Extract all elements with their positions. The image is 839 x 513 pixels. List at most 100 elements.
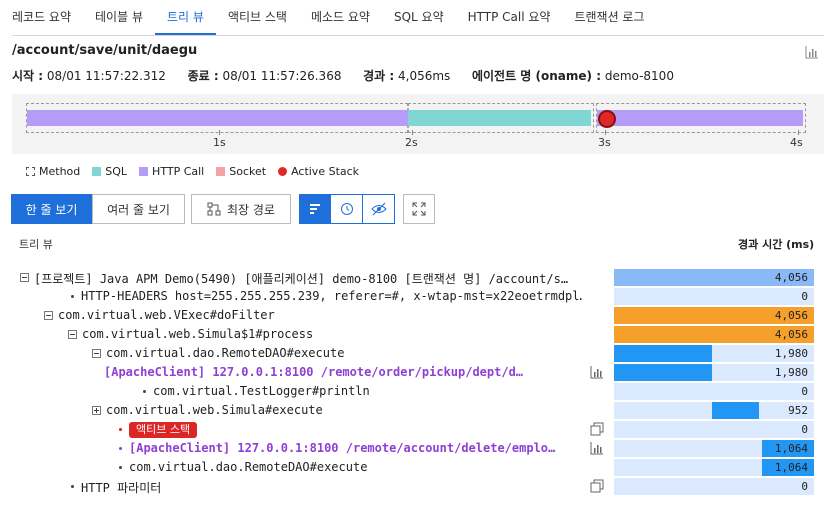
- elapsed-bar: 4,056: [614, 326, 814, 343]
- legend-label: HTTP Call: [152, 165, 205, 178]
- tree-node-label: com.virtual.web.Simula#execute: [106, 403, 323, 417]
- elapsed-value: 1,064: [774, 461, 808, 474]
- elapsed-value: 1,064: [774, 442, 808, 455]
- agent-value: demo-8100: [604, 69, 674, 83]
- tree-row[interactable]: HTTP-HEADERS host=255.255.255.239, refer…: [0, 287, 839, 306]
- tick-label: 2s: [405, 136, 418, 149]
- sort-icon[interactable]: [299, 194, 331, 224]
- tree-node-label: HTTP-HEADERS host=255.255.255.239, refer…: [81, 289, 582, 303]
- tab-table-view[interactable]: 테이블 뷰: [83, 0, 155, 35]
- elapsed-bar: 952: [614, 402, 814, 419]
- expand-icon[interactable]: [403, 194, 435, 224]
- tick-mark: [605, 130, 606, 135]
- active-stack-marker[interactable]: [598, 110, 616, 128]
- multi-line-view-button[interactable]: 여러 줄 보기: [92, 194, 185, 224]
- elapsed-value: 0: [801, 385, 808, 398]
- tab-bar: 레코드 요약 테이블 뷰 트리 뷰 액티브 스택 메소드 요약 SQL 요약 H…: [12, 0, 824, 36]
- elapsed-bar-fill: [614, 364, 712, 381]
- elapsed-value: 0: [801, 290, 808, 303]
- active-stack-badge: 액티브 스택: [129, 422, 198, 438]
- httpcall-swatch: [139, 167, 149, 176]
- tree-view-label: 트리 뷰: [19, 238, 53, 251]
- tab-active-stack[interactable]: 액티브 스택: [216, 0, 299, 35]
- bar-chart-icon[interactable]: [805, 45, 819, 59]
- legend-label: Active Stack: [291, 165, 360, 178]
- elapsed-bar-fill: [614, 345, 712, 362]
- bullet-icon: [119, 428, 122, 431]
- copy-icon[interactable]: [590, 479, 604, 493]
- elapsed-value: 0: [801, 423, 808, 436]
- legend-label: Socket: [229, 165, 267, 178]
- elapsed-bar: 1,064: [614, 440, 814, 457]
- hide-icon[interactable]: [362, 194, 395, 224]
- page-title: /account/save/unit/daegu: [12, 43, 198, 58]
- elapsed-bar: 0: [614, 288, 814, 305]
- collapse-node-icon[interactable]: [20, 273, 29, 282]
- tree-node-label: com.virtual.web.VExec#doFilter: [58, 308, 275, 322]
- elapsed-bar: 0: [614, 421, 814, 438]
- timeline-httpcall-segment[interactable]: [597, 110, 803, 126]
- tab-transaction-log[interactable]: 트랜잭션 로그: [562, 0, 656, 35]
- tree-row[interactable]: HTTP 파라미터 0: [0, 477, 839, 496]
- chart-icon[interactable]: [590, 441, 604, 455]
- bullet-icon: [143, 390, 146, 393]
- chart-icon[interactable]: [590, 365, 604, 379]
- tick-mark: [219, 130, 220, 135]
- elapsed-value: 4,056: [774, 328, 808, 341]
- tab-record-summary[interactable]: 레코드 요약: [12, 0, 83, 35]
- bullet-icon: [119, 447, 122, 450]
- tick-label: 3s: [598, 136, 611, 149]
- tab-tree-view[interactable]: 트리 뷰: [155, 0, 216, 35]
- tree-row[interactable]: [ApacheClient] 127.0.0.1:8100 /remote/or…: [0, 363, 839, 382]
- bullet-icon: [71, 485, 74, 488]
- tab-sql-summary[interactable]: SQL 요약: [382, 0, 456, 35]
- tree-row[interactable]: com.virtual.dao.RemoteDAO#execute 1,980: [0, 344, 839, 363]
- collapse-node-icon[interactable]: [68, 330, 77, 339]
- tab-httpcall-summary[interactable]: HTTP Call 요약: [456, 0, 563, 35]
- tree-row[interactable]: com.virtual.TestLogger#println 0: [0, 382, 839, 401]
- tree-node-label: [프로젝트] Java APM Demo(5490) [애플리케이션] demo…: [34, 272, 569, 286]
- copy-icon[interactable]: [590, 422, 604, 436]
- sql-swatch: [92, 167, 102, 176]
- clock-icon[interactable]: [330, 194, 363, 224]
- timeline-httpcall-segment[interactable]: [27, 110, 408, 126]
- end-value: 08/01 11:57:26.368: [222, 69, 342, 83]
- timeline-legend: Method SQL HTTP Call Socket Active Stack: [26, 165, 359, 178]
- collapse-node-icon[interactable]: [92, 349, 101, 358]
- elapsed-value: 4,056ms: [398, 69, 451, 83]
- end-label: 종료 :: [187, 69, 219, 83]
- tree-row[interactable]: com.virtual.web.Simula#execute 952: [0, 401, 839, 420]
- elapsed-bar: 1,980: [614, 364, 814, 381]
- elapsed-value: 952: [788, 404, 808, 417]
- tab-method-summary[interactable]: 메소드 요약: [299, 0, 382, 35]
- tree-row[interactable]: com.virtual.web.Simula$1#process 4,056: [0, 325, 839, 344]
- bullet-icon: [119, 466, 122, 469]
- timeline-sql-segment[interactable]: [408, 110, 591, 126]
- collapse-node-icon[interactable]: [44, 311, 53, 320]
- elapsed-bar-fill: [711, 402, 759, 419]
- legend-label: SQL: [105, 165, 128, 178]
- legend-active-stack[interactable]: Active Stack: [278, 165, 359, 178]
- tree-row[interactable]: com.virtual.dao.RemoteDAO#execute 1,064: [0, 458, 839, 477]
- tree-row[interactable]: [프로젝트] Java APM Demo(5490) [애플리케이션] demo…: [0, 268, 839, 287]
- tree-node-label: com.virtual.TestLogger#println: [153, 384, 370, 398]
- tree-node-label: [ApacheClient] 127.0.0.1:8100 /remote/or…: [104, 365, 524, 379]
- active-stack-swatch: [278, 167, 288, 176]
- single-line-view-button[interactable]: 한 줄 보기: [11, 194, 92, 224]
- longest-path-button[interactable]: 최장 경로: [191, 194, 291, 224]
- elapsed-bar: 0: [614, 383, 814, 400]
- legend-method[interactable]: Method: [26, 165, 80, 178]
- expand-node-icon[interactable]: [92, 406, 101, 415]
- elapsed-bar: 0: [614, 478, 814, 495]
- legend-socket[interactable]: Socket: [216, 165, 266, 178]
- elapsed-value: 4,056: [774, 271, 808, 284]
- elapsed-bar: 4,056: [614, 307, 814, 324]
- tree-row[interactable]: 액티브 스택 0: [0, 420, 839, 439]
- legend-sql[interactable]: SQL: [92, 165, 127, 178]
- tree-row[interactable]: [ApacheClient] 127.0.0.1:8100 /remote/ac…: [0, 439, 839, 458]
- legend-httpcall[interactable]: HTTP Call: [139, 165, 204, 178]
- tree-row[interactable]: com.virtual.web.VExec#doFilter 4,056: [0, 306, 839, 325]
- elapsed-bar: 1,064: [614, 459, 814, 476]
- tree-node-label: [ApacheClient] 127.0.0.1:8100 /remote/ac…: [129, 441, 556, 455]
- tick-label: 4s: [790, 136, 803, 149]
